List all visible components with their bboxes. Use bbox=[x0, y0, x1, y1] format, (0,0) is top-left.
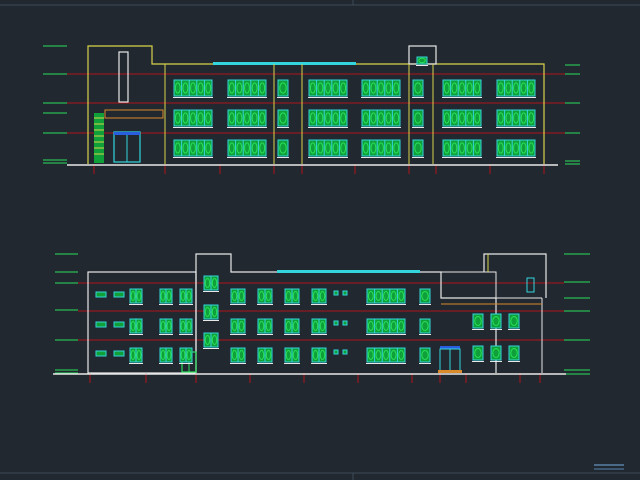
window bbox=[179, 288, 193, 305]
window bbox=[496, 139, 536, 158]
window bbox=[472, 313, 484, 330]
window bbox=[361, 139, 401, 158]
window bbox=[179, 318, 193, 335]
window bbox=[203, 275, 219, 292]
window bbox=[257, 318, 273, 335]
small-window bbox=[342, 349, 348, 355]
window bbox=[490, 313, 502, 330]
window bbox=[361, 79, 401, 98]
window bbox=[227, 109, 267, 128]
small-window bbox=[95, 350, 107, 357]
window bbox=[230, 318, 246, 335]
window bbox=[419, 347, 431, 364]
window bbox=[203, 304, 219, 321]
window bbox=[230, 288, 246, 305]
small-window bbox=[113, 350, 125, 357]
window bbox=[416, 56, 428, 66]
small-window bbox=[113, 291, 125, 298]
small-window bbox=[342, 320, 348, 326]
window bbox=[227, 79, 267, 98]
elevation-drawing-canvas[interactable] bbox=[0, 0, 640, 480]
window bbox=[129, 288, 143, 305]
window bbox=[472, 345, 484, 362]
window bbox=[419, 288, 431, 305]
lower-dimension-ticks-right bbox=[564, 253, 590, 375]
title-block-icon bbox=[594, 464, 624, 474]
window bbox=[257, 288, 273, 305]
window bbox=[496, 79, 536, 98]
window bbox=[508, 313, 520, 330]
window bbox=[366, 288, 406, 305]
small-window bbox=[342, 290, 348, 296]
window bbox=[129, 347, 143, 364]
cad-viewport[interactable] bbox=[0, 0, 640, 480]
window bbox=[257, 347, 273, 364]
window bbox=[412, 79, 424, 98]
window bbox=[366, 347, 406, 364]
window bbox=[159, 318, 173, 335]
upper-windows bbox=[173, 56, 536, 164]
upper-dimension-ticks-right bbox=[565, 64, 580, 165]
small-window bbox=[333, 349, 339, 355]
window bbox=[203, 332, 219, 349]
window bbox=[308, 79, 348, 98]
window bbox=[227, 139, 267, 158]
window bbox=[284, 318, 300, 335]
window bbox=[412, 139, 424, 158]
window bbox=[308, 139, 348, 158]
lower-dimension-ticks-left bbox=[55, 253, 78, 374]
window bbox=[311, 288, 327, 305]
window bbox=[496, 109, 536, 128]
window bbox=[442, 109, 482, 128]
small-window bbox=[95, 321, 107, 328]
window bbox=[366, 318, 406, 335]
window bbox=[277, 139, 289, 158]
window bbox=[284, 347, 300, 364]
lower-windows bbox=[95, 275, 520, 364]
window bbox=[442, 79, 482, 98]
window bbox=[179, 347, 193, 364]
window bbox=[277, 79, 289, 98]
window bbox=[173, 79, 213, 98]
window bbox=[230, 347, 246, 364]
lower-elevation[interactable] bbox=[53, 253, 590, 383]
upper-dimension-ticks-left bbox=[43, 45, 67, 164]
window bbox=[412, 109, 424, 128]
window bbox=[442, 139, 482, 158]
window bbox=[173, 109, 213, 128]
window bbox=[311, 347, 327, 364]
window bbox=[277, 109, 289, 128]
window bbox=[508, 345, 520, 362]
window bbox=[361, 109, 401, 128]
small-window bbox=[333, 320, 339, 326]
window bbox=[159, 288, 173, 305]
upper-entrance-door bbox=[113, 131, 141, 163]
window bbox=[311, 318, 327, 335]
small-window bbox=[333, 290, 339, 296]
window bbox=[129, 318, 143, 335]
window bbox=[308, 109, 348, 128]
window bbox=[419, 318, 431, 335]
small-window bbox=[95, 291, 107, 298]
window bbox=[159, 347, 173, 364]
upper-staircase bbox=[94, 113, 104, 163]
upper-elevation[interactable] bbox=[43, 45, 580, 174]
small-window bbox=[113, 321, 125, 328]
window bbox=[284, 288, 300, 305]
window bbox=[490, 345, 502, 362]
window bbox=[173, 139, 213, 158]
